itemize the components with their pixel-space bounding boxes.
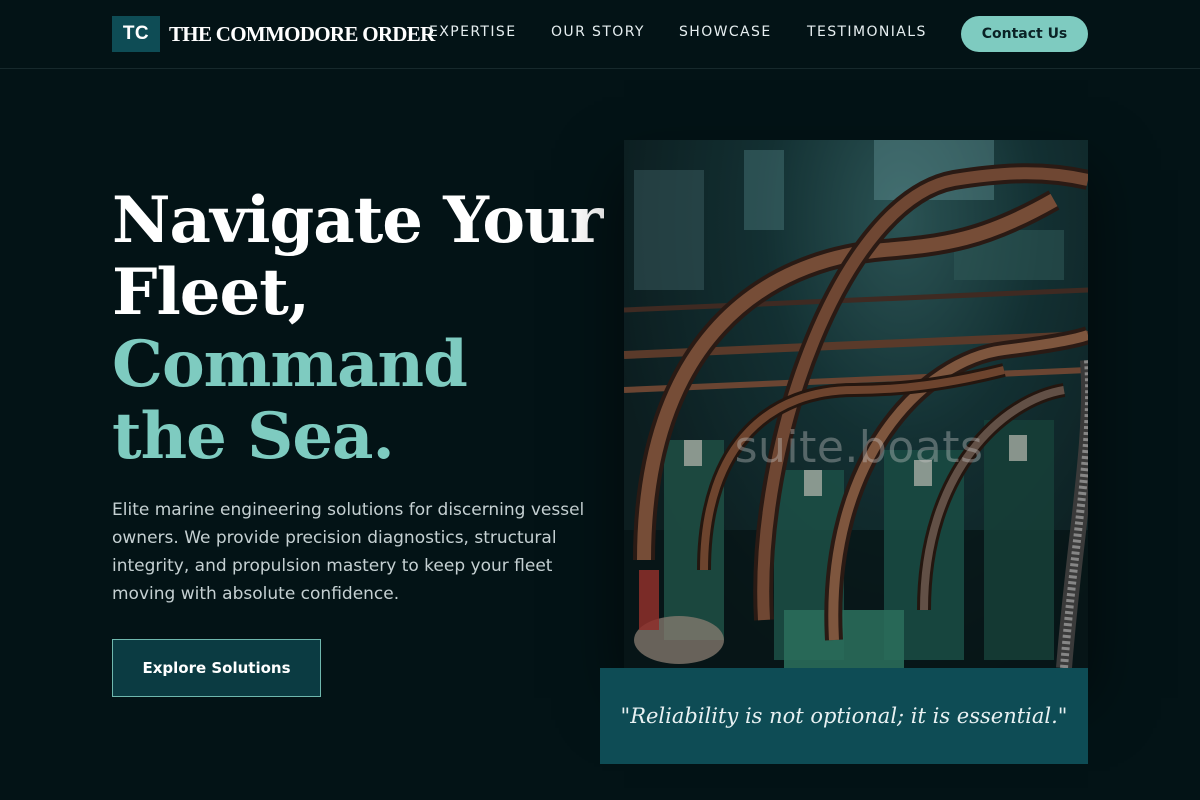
engine-room-pipes-icon — [624, 140, 1088, 668]
hero-title-line-4: the Sea. — [112, 399, 395, 474]
hero-title-line-1: Navigate Your — [112, 183, 603, 258]
brand-badge: TC — [112, 16, 160, 52]
hero-title-line-3: Command — [112, 327, 468, 402]
engine-room-image: suite.boats — [624, 140, 1088, 668]
quote-card: "Reliability is not optional; it is esse… — [600, 668, 1088, 764]
image-watermark: suite.boats — [734, 422, 984, 473]
explore-solutions-button[interactable]: Explore Solutions — [112, 639, 321, 697]
contact-us-button[interactable]: Contact Us — [961, 16, 1088, 52]
nav-link-expertise[interactable]: EXPERTISE — [429, 24, 516, 40]
hero-title: Navigate Your Fleet, Command the Sea. — [112, 183, 603, 474]
hero-title-line-2: Fleet, — [112, 255, 310, 330]
brand-name: THE COMMODORE ORDER — [169, 21, 435, 46]
nav-link-testimonials[interactable]: TESTIMONIALS — [807, 24, 927, 40]
brand-logo[interactable]: TC THE COMMODORE ORDER — [112, 16, 435, 52]
hero-description: Elite marine engineering solutions for d… — [112, 500, 585, 604]
nav-link-our-story[interactable]: OUR STORY — [551, 24, 645, 40]
nav-link-showcase[interactable]: SHOWCASE — [679, 24, 772, 40]
quote-text: "Reliability is not optional; it is esse… — [620, 704, 1068, 728]
top-navigation-bar: TC THE COMMODORE ORDER EXPERTISE OUR STO… — [0, 0, 1200, 69]
